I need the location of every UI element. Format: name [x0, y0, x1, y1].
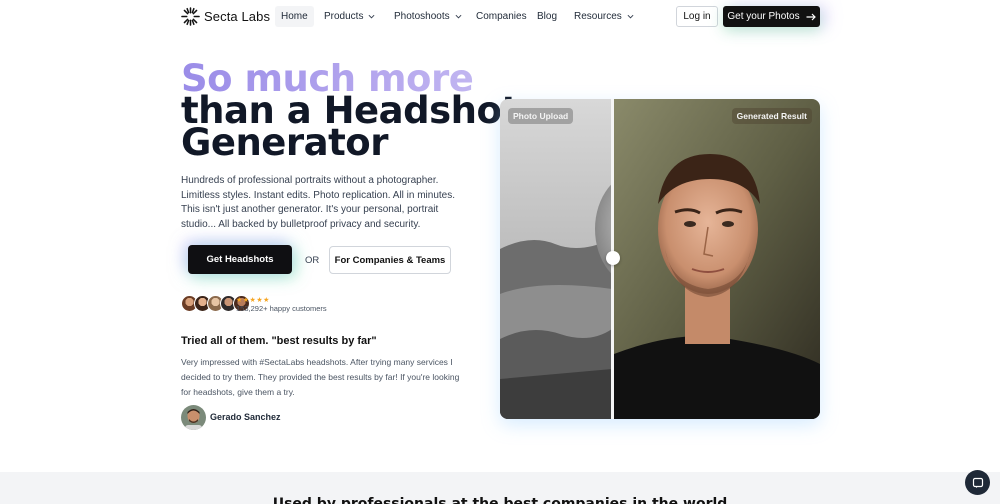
nav-blog[interactable]: Blog [531, 6, 563, 27]
before-after-compare[interactable]: Photo Upload Generated Result [500, 99, 820, 419]
companies-teams-button[interactable]: For Companies & Teams [329, 246, 451, 274]
nav-photoshoots[interactable]: Photoshoots [388, 6, 468, 27]
chat-widget-button[interactable] [965, 470, 990, 495]
get-photos-button[interactable]: Get your Photos [723, 6, 820, 27]
logos-section-heading: Used by professionals at the best compan… [272, 496, 728, 504]
generated-result-label: Generated Result [731, 108, 812, 124]
or-divider: OR [305, 255, 320, 266]
testimonial-avatar [181, 405, 206, 430]
chat-icon [972, 477, 983, 488]
nav-resources-label: Resources [574, 11, 622, 22]
nav-companies[interactable]: Companies [470, 6, 533, 27]
nav-products[interactable]: Products [318, 6, 381, 27]
testimonial-author: Gerado Sanchez [210, 412, 281, 422]
chevron-down-icon [455, 14, 462, 19]
nav-products-label: Products [324, 11, 364, 22]
brand-name: Secta Labs [204, 9, 271, 24]
hero-description: Hundreds of professional portraits witho… [181, 175, 456, 231]
testimonial-title: Tried all of them. "best results by far" [181, 335, 377, 347]
get-headshots-button[interactable]: Get Headshots [188, 245, 292, 274]
brand-logo[interactable]: Secta Labs [181, 7, 270, 26]
happy-customers-count: 153,292+ happy customers [236, 304, 327, 313]
nav-photoshoots-label: Photoshoots [394, 11, 450, 22]
photo-upload-label: Photo Upload [508, 108, 574, 124]
rating-stars: ★★★★★ [236, 297, 270, 304]
login-button[interactable]: Log in [676, 6, 718, 27]
nav-home-label: Home [281, 11, 308, 22]
nav-companies-label: Companies [476, 11, 527, 22]
testimonial-body: Very impressed with #SectaLabs headshots… [181, 357, 460, 397]
compare-slider-handle[interactable] [606, 251, 620, 265]
chevron-down-icon [627, 14, 634, 19]
secta-burst-logo-icon [181, 7, 200, 26]
nav-resources[interactable]: Resources [568, 6, 640, 27]
arrow-right-icon [806, 13, 816, 20]
get-photos-label: Get your Photos [727, 11, 800, 22]
compare-image [500, 99, 820, 419]
nav-blog-label: Blog [537, 11, 558, 22]
hero-headline: So much more than a Headshot Generator [181, 60, 519, 161]
nav-home[interactable]: Home [275, 6, 314, 27]
top-nav: Secta Labs Home Products Photoshoots Com… [0, 0, 1000, 32]
chevron-down-icon [369, 14, 375, 19]
